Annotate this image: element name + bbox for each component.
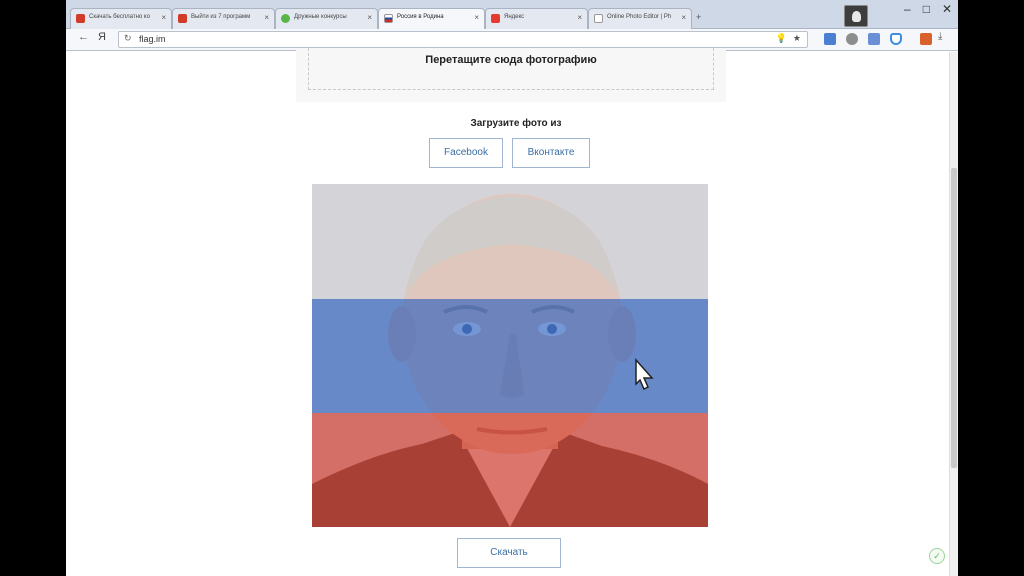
tab-close-icon[interactable]: × — [367, 13, 372, 22]
tab-4-active[interactable]: Россия в Родина × — [378, 8, 485, 30]
back-arrow-icon[interactable]: ← — [78, 31, 89, 43]
tab-close-icon[interactable]: × — [474, 13, 479, 22]
minimize-icon[interactable]: – — [904, 2, 911, 16]
extension-icon[interactable] — [846, 33, 858, 45]
star-favicon-icon — [76, 14, 85, 23]
tab-1[interactable]: Скачать бесплатно ко × — [70, 8, 172, 29]
russian-flag-favicon-icon — [384, 14, 393, 23]
upload-title: Загрузите фото из — [470, 118, 562, 129]
vkontakte-button[interactable]: Вконтакте — [512, 138, 590, 168]
yandex-favicon-icon — [491, 14, 500, 23]
yandex-button[interactable]: Я — [98, 31, 106, 43]
extension-icon[interactable] — [868, 33, 880, 45]
omnibox-icons: 💡 ★ — [776, 33, 801, 44]
tab-close-icon[interactable]: × — [681, 13, 686, 22]
extension-icon[interactable] — [824, 33, 836, 45]
mouse-cursor-icon — [635, 358, 654, 390]
tab-close-icon[interactable]: × — [161, 13, 166, 22]
favicon-icon — [281, 14, 290, 23]
reload-icon[interactable]: ↻ — [124, 33, 132, 44]
bookmark-star-icon[interactable]: ★ — [793, 33, 801, 44]
shield-extension-icon[interactable] — [890, 33, 902, 45]
extension-icon[interactable] — [920, 33, 932, 45]
tab-label: Скачать бесплатно ко — [89, 14, 150, 20]
browser-window: Скачать бесплатно ко × Выйти из 7 програ… — [66, 0, 958, 576]
facebook-button[interactable]: Facebook — [429, 138, 503, 168]
scrollbar-thumb[interactable] — [951, 168, 957, 468]
tab-label: Россия в Родина — [397, 14, 444, 20]
bulb-icon[interactable]: 💡 — [776, 33, 787, 44]
address-bar[interactable]: ↻ flag.im 💡 ★ — [118, 31, 808, 48]
flag-overlay-photo — [312, 184, 708, 527]
tab-label: Дружные конкурсы — [294, 14, 347, 20]
maximize-icon[interactable]: □ — [923, 2, 930, 16]
tab-2[interactable]: Выйти из 7 программ × — [172, 8, 275, 29]
flag-red-band — [312, 413, 708, 527]
tab-close-icon[interactable]: × — [264, 13, 269, 22]
flag-blue-band — [312, 299, 708, 413]
tab-label: Выйти из 7 программ — [191, 14, 251, 20]
tab-label: Яндекс — [504, 14, 525, 20]
new-tab-icon[interactable]: + — [696, 12, 701, 22]
tab-label: Online Photo Editor | Ph — [607, 14, 672, 20]
download-button[interactable]: Скачать — [457, 538, 561, 568]
page-content: Перетащите сюда фотографию Загрузите фот… — [66, 48, 958, 576]
tab-5[interactable]: Яндекс × — [485, 8, 588, 29]
favicon-icon — [178, 14, 187, 23]
profile-avatar[interactable] — [844, 5, 868, 27]
tab-strip: Скачать бесплатно ко × Выйти из 7 програ… — [66, 0, 958, 30]
download-icon[interactable]: ⤓ — [938, 31, 942, 42]
page-favicon-icon — [594, 14, 603, 23]
portrait-image — [312, 184, 708, 527]
window-controls: – □ ✕ — [904, 2, 952, 16]
close-icon[interactable]: ✕ — [942, 2, 952, 16]
drop-zone[interactable]: Перетащите сюда фотографию — [296, 48, 726, 102]
tab-6[interactable]: Online Photo Editor | Ph × — [588, 8, 692, 29]
protect-shield-icon[interactable]: ✓ — [929, 548, 945, 564]
scrollbar[interactable] — [949, 52, 958, 576]
url-text: flag.im — [139, 34, 166, 44]
tab-3[interactable]: Дружные конкурсы × — [275, 8, 378, 29]
drop-zone-label: Перетащите сюда фотографию — [425, 54, 597, 66]
flag-white-band — [312, 184, 708, 299]
profile-icon — [852, 11, 861, 22]
tab-close-icon[interactable]: × — [577, 13, 582, 22]
